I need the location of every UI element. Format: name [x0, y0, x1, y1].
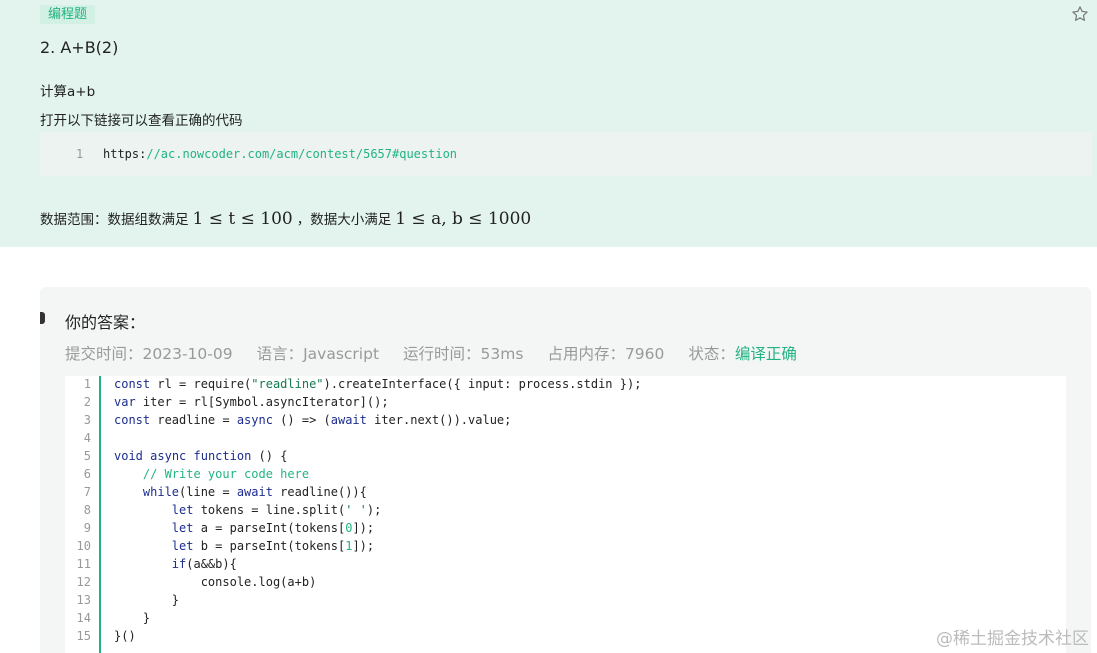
line-number: 5 — [83, 449, 91, 463]
code-line: let b = parseInt(tokens[1]); — [171, 539, 375, 553]
line-number: 15 — [76, 629, 91, 643]
submit-time: 提交时间：2023-10-09 — [65, 345, 233, 363]
code-line: // Write your code here — [114, 467, 310, 481]
answer-heading: 你的答案： — [65, 313, 146, 332]
watermark: @稀土掘金技术社区 — [936, 629, 1089, 649]
code-line: while(line = await readline()){ — [142, 485, 367, 499]
code-line: } — [114, 611, 151, 625]
constraint-t: 1 ≤ t ≤ 100 — [192, 209, 293, 229]
code-line: } — [114, 593, 180, 607]
line-number: 1 — [76, 147, 84, 161]
code-line: let tokens = line.split(' '); — [171, 503, 382, 517]
line-number: 9 — [83, 521, 91, 535]
submission-meta: 提交时间：2023-10-09 语言：Javascript 运行时间：53ms … — [65, 342, 821, 364]
section-marker — [40, 312, 45, 324]
code-line: if(a&&b){ — [171, 557, 237, 571]
line-number: 12 — [76, 575, 91, 589]
line-number-gutter: 1 2 3 4 5 6 7 8 9 10 11 12 13 14 15 — [65, 376, 101, 653]
line-number: 11 — [76, 557, 91, 571]
star-outline-icon[interactable] — [1071, 5, 1089, 23]
code-line: let a = parseInt(tokens[0]); — [171, 521, 375, 535]
data-range-label: 数据范围：数据组数满足 — [40, 212, 189, 228]
problem-title: 2. A+B(2) — [40, 38, 119, 57]
link-code-block: 1 https://ac.nowcoder.com/acm/contest/56… — [40, 132, 1092, 176]
link-url[interactable]: https://ac.nowcoder.com/acm/contest/5657… — [103, 147, 457, 161]
runtime: 运行时间：53ms — [403, 345, 524, 363]
code-line: }() — [114, 629, 136, 643]
code-line: console.log(a+b) — [114, 575, 317, 589]
line-number: 4 — [83, 431, 91, 445]
status-value: 编译正确 — [734, 345, 797, 363]
problem-description: 计算a+b — [40, 84, 96, 100]
problem-panel: 编程题 2. A+B(2) 计算a+b 打开以下链接可以查看正确的代码 1 ht… — [0, 0, 1097, 247]
data-range: 数据范围：数据组数满足 1 ≤ t ≤ 100 ，数据大小满足 1 ≤ a, b… — [40, 208, 535, 229]
status: 状态：编译正确 — [688, 345, 797, 363]
line-number: 1 — [83, 377, 91, 391]
code-editor[interactable]: 1 2 3 4 5 6 7 8 9 10 11 12 13 14 15 const rl = require… — [65, 376, 1066, 653]
line-number: 7 — [83, 485, 91, 499]
code-line: const readline = async () => (await iter… — [114, 413, 512, 427]
code-line: const rl = require("readline").createInt… — [114, 377, 642, 391]
line-number: 10 — [76, 539, 91, 553]
code-line: var iter = rl[Symbol.asyncIterator](); — [114, 395, 389, 409]
code-line: void async function () { — [114, 449, 288, 463]
line-number: 8 — [83, 503, 91, 517]
problem-type-badge: 编程题 — [40, 5, 96, 24]
language: 语言：Javascript — [256, 345, 380, 363]
line-number: 14 — [76, 611, 91, 625]
memory-usage: 占用内存：7960 — [547, 345, 665, 363]
line-number: 2 — [83, 395, 91, 409]
line-number: 13 — [76, 593, 91, 607]
line-number: 6 — [83, 467, 91, 481]
data-range-separator: ，数据大小满足 — [296, 212, 392, 228]
line-number: 3 — [83, 413, 91, 427]
constraint-ab: 1 ≤ a, b ≤ 1000 — [395, 209, 532, 229]
problem-link-hint: 打开以下链接可以查看正确的代码 — [40, 113, 243, 129]
